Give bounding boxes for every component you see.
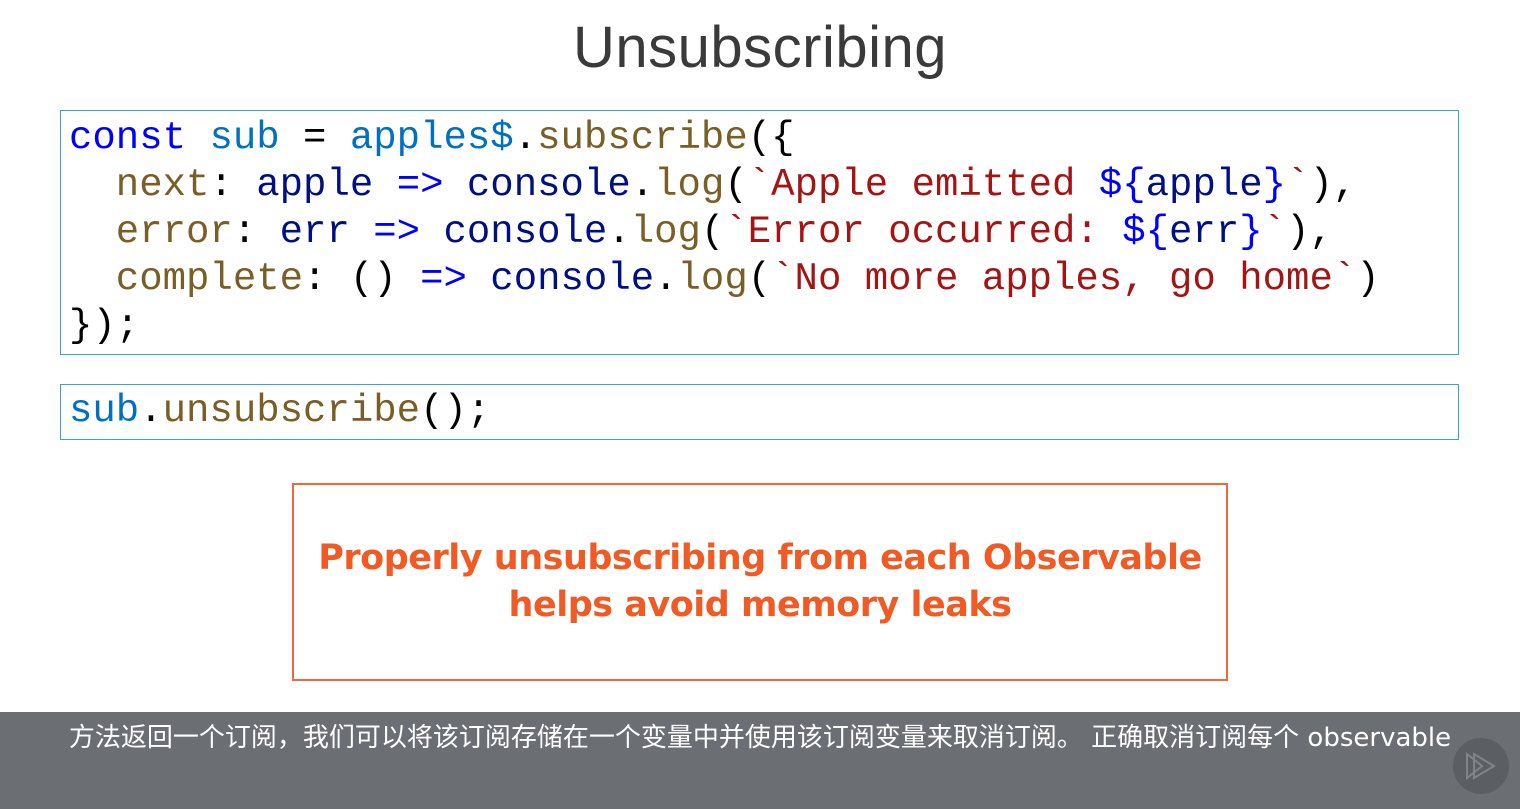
code-token-kw: ${ — [1098, 163, 1146, 207]
code-token-kw: => — [396, 163, 444, 207]
code-token-str: `No more apples, go home` — [771, 257, 1357, 301]
subtitle-bar: 方法返回一个订阅，我们可以将该订阅存储在一个变量中并使用该订阅变量来取消订阅。 … — [0, 712, 1520, 809]
code-token-param: console — [490, 257, 655, 301]
code-line: next: apple => console.log(`Apple emitte… — [69, 163, 1357, 207]
code-token-punc — [186, 116, 209, 160]
code-token-punc: : — [209, 163, 257, 207]
code-token-fn: unsubscribe — [162, 389, 421, 433]
callout-box: Properly unsubscribing from each Observa… — [292, 483, 1228, 681]
code-token-param: console — [466, 163, 631, 207]
code-token-punc: : — [232, 210, 280, 254]
play-icon — [1466, 751, 1496, 781]
code-line: sub.unsubscribe(); — [69, 389, 490, 433]
code-token-punc: = — [279, 116, 350, 160]
code-line: complete: () => console.log(`No more app… — [69, 257, 1380, 301]
code-token-punc: ) — [1356, 257, 1380, 301]
code-token-punc: (); — [420, 389, 491, 433]
code-token-punc: . — [654, 257, 678, 301]
code-token-fn: error — [69, 210, 233, 254]
code-token-punc: ), — [1309, 163, 1357, 207]
code-token-str: `Apple emitted — [747, 163, 1099, 207]
code-token-punc: : () — [303, 257, 421, 301]
code-token-fn: subscribe — [537, 116, 748, 160]
code-line: }); — [69, 304, 139, 348]
code-token-kw: ${ — [1122, 210, 1170, 254]
code-token-punc: ( — [747, 257, 772, 301]
code-token-punc — [467, 257, 490, 301]
code-token-fn: log — [630, 210, 701, 254]
code-token-punc: . — [607, 210, 631, 254]
code-token-fn: log — [677, 257, 748, 301]
code-token-punc: ({ — [747, 116, 795, 160]
code-token-punc: . — [139, 389, 163, 433]
code-token-str: ` — [1286, 163, 1310, 207]
code-line: const sub = apples$.subscribe({ — [69, 116, 795, 160]
code-token-punc — [420, 210, 443, 254]
code-token-punc: }); — [69, 304, 140, 348]
code-token-kw: const — [69, 116, 187, 160]
code-block-unsubscribe: sub.unsubscribe(); — [60, 384, 1459, 440]
code-line: error: err => console.log(`Error occurre… — [69, 210, 1333, 254]
code-token-str: `Error occurred: — [724, 210, 1123, 254]
code-text: sub.unsubscribe(); — [61, 385, 1458, 435]
code-token-str: ` — [1262, 210, 1287, 254]
code-token-punc — [444, 163, 467, 207]
play-button[interactable] — [1453, 738, 1509, 794]
code-token-param: err — [1169, 210, 1240, 254]
callout-line-1: Properly unsubscribing from each Observa… — [318, 538, 1202, 578]
code-token-param: err — [279, 210, 350, 254]
code-token-punc — [373, 163, 396, 207]
code-token-punc: ), — [1286, 210, 1333, 254]
code-token-punc: ( — [700, 210, 725, 254]
slide-title: Unsubscribing — [572, 15, 947, 80]
code-token-var: apples$ — [349, 116, 514, 160]
code-token-kw: => — [420, 257, 467, 301]
code-token-punc: . — [630, 163, 655, 207]
code-block-subscribe: const sub = apples$.subscribe({ next: ap… — [60, 110, 1459, 355]
code-token-fn: complete — [69, 257, 304, 301]
code-token-punc: ( — [724, 163, 748, 207]
code-token-param: apple — [1145, 163, 1263, 207]
code-token-fn: next — [69, 163, 210, 207]
code-token-kw: => — [373, 210, 421, 254]
code-token-var: sub — [69, 389, 140, 433]
code-token-fn: log — [654, 163, 725, 207]
code-token-kw: } — [1239, 210, 1263, 254]
subtitle-text: 方法返回一个订阅，我们可以将该订阅存储在一个变量中并使用该订阅变量来取消订阅。 … — [68, 723, 1452, 753]
code-text: const sub = apples$.subscribe({ next: ap… — [61, 111, 1458, 350]
code-token-kw: } — [1262, 163, 1287, 207]
code-token-punc — [350, 210, 373, 254]
code-token-var: sub — [209, 116, 280, 160]
code-token-param: console — [443, 210, 608, 254]
code-token-param: apple — [256, 163, 374, 207]
code-token-punc: . — [513, 116, 538, 160]
callout-line-2: helps avoid memory leaks — [508, 585, 1012, 625]
